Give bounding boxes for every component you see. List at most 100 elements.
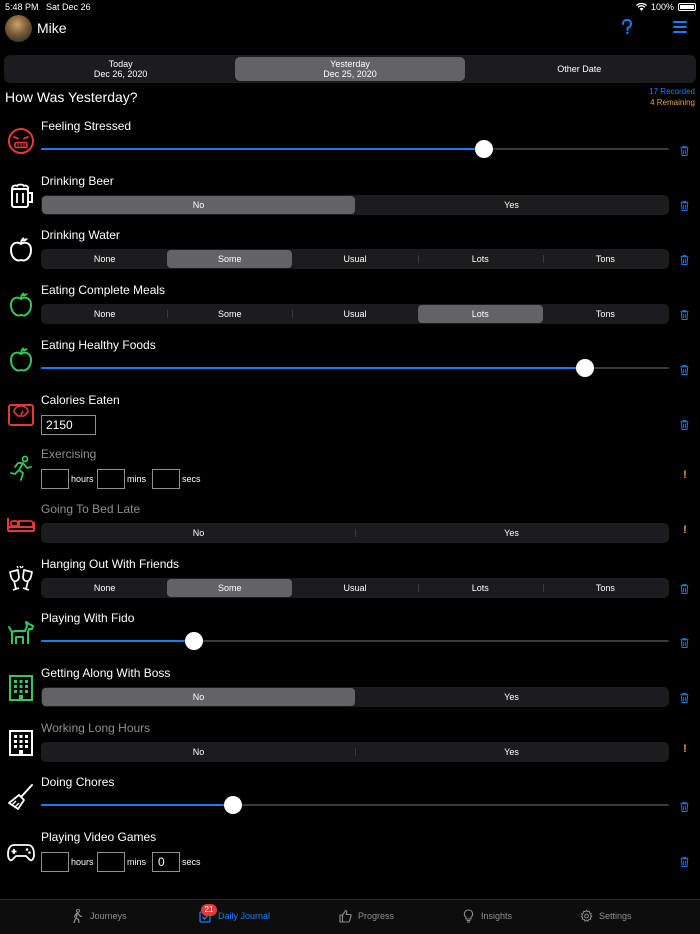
segment-option[interactable]: Yes xyxy=(355,743,668,761)
tab-settings[interactable]: Settings xyxy=(580,909,632,923)
tab-yesterday-label: Yesterday xyxy=(330,59,370,69)
segment-option[interactable]: Usual xyxy=(292,579,417,597)
habit-slider[interactable] xyxy=(41,140,669,158)
tab-today-date: Dec 26, 2020 xyxy=(93,69,148,79)
segment-option[interactable]: Tons xyxy=(542,579,668,597)
slider-thumb[interactable] xyxy=(474,140,493,158)
trash-icon[interactable] xyxy=(680,198,689,211)
trash-icon[interactable] xyxy=(680,581,689,594)
segment-option[interactable]: Some xyxy=(167,578,293,597)
slider-fill xyxy=(41,366,585,369)
habit-row: Hanging Out With Friends None Some Usual Lot… xyxy=(0,554,700,609)
segment-option[interactable]: No xyxy=(42,688,355,706)
habit-label: Playing With Fido xyxy=(41,611,135,626)
tab-today[interactable]: Today Dec 26, 2020 xyxy=(6,57,235,81)
tab-progress[interactable]: Progress xyxy=(339,909,394,923)
wifi-icon xyxy=(635,3,647,11)
mins-field[interactable] xyxy=(97,852,125,873)
bed-icon xyxy=(6,509,36,539)
slider-thumb[interactable] xyxy=(575,358,594,377)
segment-option[interactable]: Some xyxy=(167,250,293,269)
segment-option[interactable]: Some xyxy=(167,305,292,323)
duration-input: hours mins secs xyxy=(41,468,208,490)
menu-icon[interactable] xyxy=(673,21,687,33)
user-name: Mike xyxy=(37,20,67,36)
habit-label: Hanging Out With Friends xyxy=(41,556,180,571)
segment-option[interactable]: None xyxy=(42,305,167,323)
slider-thumb[interactable] xyxy=(224,796,243,815)
slider-fill xyxy=(41,804,234,807)
habit-label: Working Long Hours xyxy=(41,720,151,735)
segment-option[interactable]: None xyxy=(42,579,167,597)
habit-slider[interactable] xyxy=(41,358,669,377)
habit-label: Feeling Stressed xyxy=(41,119,132,133)
battery-percent: 100% xyxy=(650,2,674,12)
slider-thumb[interactable] xyxy=(184,632,203,651)
tab-other-date[interactable]: Other Date xyxy=(465,57,694,81)
trash-icon[interactable] xyxy=(680,635,689,649)
habit-label: Going To Bed Late xyxy=(41,501,141,516)
segment-option[interactable]: No xyxy=(42,195,355,214)
app-header: Mike xyxy=(0,14,700,44)
habit-label: Playing Video Games xyxy=(41,830,157,845)
trash-icon[interactable] xyxy=(680,417,689,430)
trash-icon[interactable] xyxy=(680,799,689,813)
habit-label: Getting Along With Boss xyxy=(41,666,171,680)
mins-field[interactable] xyxy=(97,469,125,490)
habit-slider[interactable] xyxy=(41,796,669,815)
habit-segmented-control: No Yes xyxy=(41,194,669,215)
segment-option[interactable]: Yes xyxy=(355,196,668,214)
habit-row: Eating Healthy Foods xyxy=(0,335,700,390)
mins-unit: mins xyxy=(127,857,147,868)
remaining-count: 4 Remaining xyxy=(650,98,695,107)
thumbs-up-icon xyxy=(339,909,352,923)
segment-option[interactable]: No xyxy=(42,743,355,761)
segment-option[interactable]: Lots xyxy=(417,250,543,268)
trash-icon[interactable] xyxy=(680,143,689,156)
apple-icon xyxy=(6,235,36,265)
habit-row: Working Long Hours No Yes! xyxy=(0,718,700,773)
duration-input: hours mins 0 secs xyxy=(41,851,208,873)
gear-icon xyxy=(580,909,593,922)
segment-option[interactable]: None xyxy=(42,250,167,268)
habit-label: Drinking Water xyxy=(41,228,120,243)
tab-insights[interactable]: Insights xyxy=(462,909,512,923)
hours-field[interactable] xyxy=(41,469,69,490)
trash-icon[interactable] xyxy=(680,854,689,868)
apple-icon xyxy=(6,345,36,375)
segment-option[interactable]: No xyxy=(42,524,355,542)
secs-field[interactable] xyxy=(152,469,180,490)
segment-option[interactable]: Yes xyxy=(355,524,668,542)
hours-field[interactable] xyxy=(41,852,69,873)
office-building-icon xyxy=(6,728,36,758)
trash-icon[interactable] xyxy=(680,362,689,375)
segment-option[interactable]: Lots xyxy=(417,579,543,597)
avatar[interactable] xyxy=(5,15,32,42)
habit-slider[interactable] xyxy=(41,632,669,651)
habit-label: Calories Eaten xyxy=(41,392,120,407)
trash-icon[interactable] xyxy=(680,690,689,703)
record-counts: 17 Recorded 4 Remaining xyxy=(649,86,695,108)
segment-option[interactable]: Lots xyxy=(417,305,543,324)
segment-option[interactable]: Usual xyxy=(292,250,417,268)
tab-settings-label: Settings xyxy=(599,911,632,921)
calories-input[interactable]: 2150 xyxy=(41,414,96,435)
gamepad-icon xyxy=(6,837,36,867)
habit-row: Drinking Water None Some Usual Lots Tons xyxy=(0,225,700,280)
help-icon[interactable] xyxy=(620,18,634,37)
trash-icon[interactable] xyxy=(680,252,689,266)
habit-row: Playing Video Games hours mins 0 secs xyxy=(0,827,700,882)
mins-unit: mins xyxy=(127,474,147,485)
segment-option[interactable]: Yes xyxy=(355,688,668,706)
trash-icon[interactable] xyxy=(680,307,689,321)
habit-row: Exercising hours mins secs! xyxy=(0,444,700,499)
habit-row: Eating Complete Meals None Some Usual Lots To… xyxy=(0,280,700,335)
tab-yesterday[interactable]: Yesterday Dec 25, 2020 xyxy=(235,57,465,81)
tab-journeys[interactable]: Journeys xyxy=(71,909,127,923)
segment-option[interactable]: Tons xyxy=(543,305,668,323)
status-date: Sat Dec 26 xyxy=(46,2,91,12)
segment-option[interactable]: Usual xyxy=(292,305,417,323)
segment-option[interactable]: Tons xyxy=(542,250,668,268)
status-time: 5:48 PM xyxy=(5,2,39,12)
secs-field[interactable]: 0 xyxy=(152,852,180,873)
